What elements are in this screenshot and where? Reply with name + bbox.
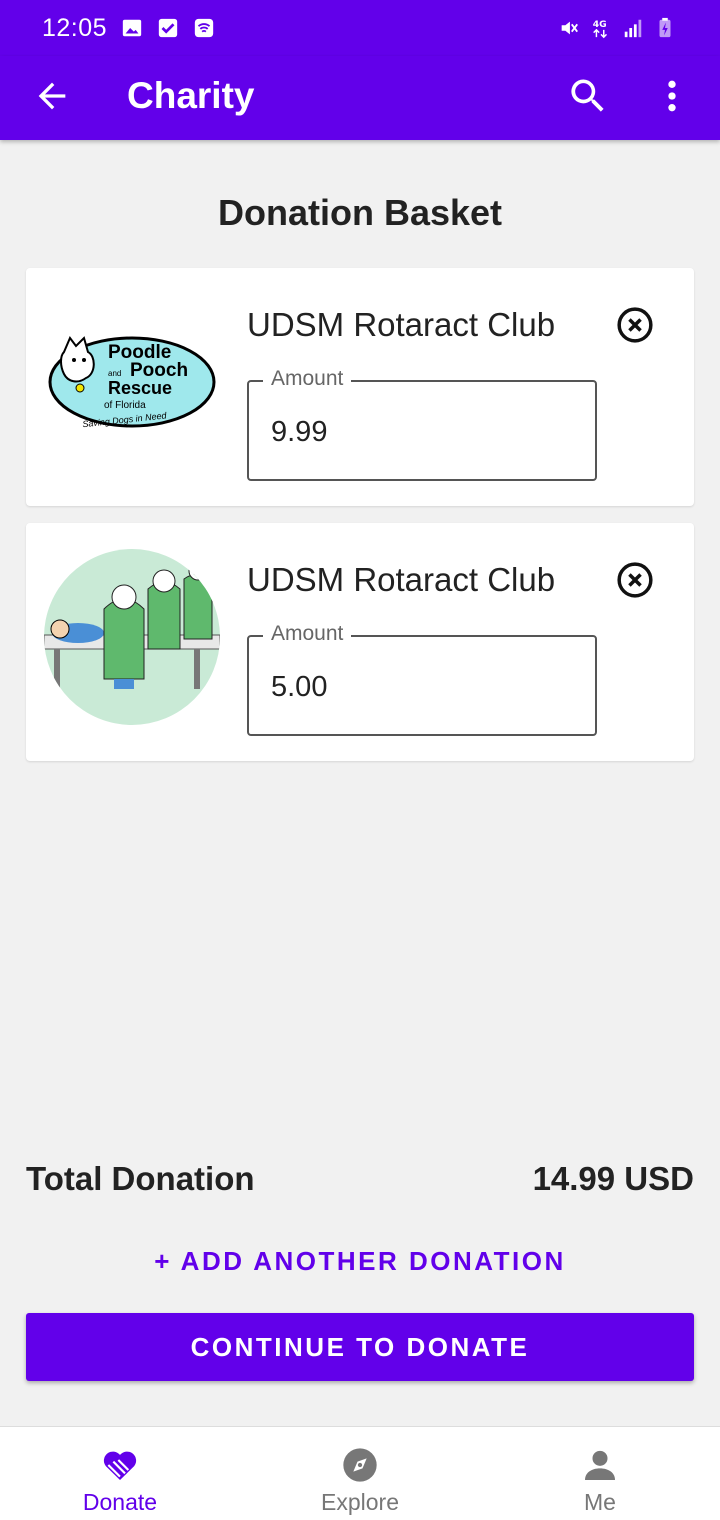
donation-card: Poodle and Pooch Rescue of Florida Savin… [26, 268, 694, 506]
charity-name: UDSM Rotaract Club [247, 306, 556, 343]
logo-text-and: and [108, 369, 121, 378]
charity-name: UDSM Rotaract Club [247, 561, 556, 598]
heart-hand-icon [103, 1451, 137, 1480]
status-bar: 12:05 4G [0, 0, 720, 56]
amount-value[interactable]: 5.00 [271, 671, 327, 704]
app-title: Charity [127, 75, 255, 116]
page-title: Donation Basket [217, 192, 503, 233]
mute-icon [561, 21, 578, 35]
signal-icon [624, 19, 642, 38]
amount-label: Amount [263, 622, 352, 646]
nav-label-explore: Explore [321, 1489, 399, 1515]
check-box-icon [158, 18, 178, 38]
search-icon[interactable] [566, 74, 610, 118]
amount-field[interactable]: Amount 5.00 [247, 622, 597, 736]
person-icon [585, 1450, 615, 1480]
app-bar: Charity [0, 56, 720, 140]
battery-charging-icon [659, 17, 671, 38]
charity-logo: Poodle and Pooch Rescue of Florida Savin… [48, 336, 216, 429]
nav-label-donate: Donate [82, 1489, 158, 1515]
status-time: 12:05 [42, 13, 108, 42]
nav-item-donate[interactable]: Donate [0, 1427, 240, 1520]
svg-text:4G: 4G [593, 19, 607, 30]
more-vert-icon[interactable] [652, 74, 692, 118]
wifi-calling-icon [194, 18, 214, 38]
4g-icon: 4G [593, 19, 608, 39]
amount-value[interactable]: 9.99 [271, 416, 327, 449]
arrow-back-icon[interactable] [32, 76, 72, 116]
total-donation-label: Total Donation [26, 1160, 255, 1197]
remove-donation-icon[interactable] [616, 306, 654, 344]
remove-donation-icon[interactable] [616, 561, 654, 599]
amount-field[interactable]: Amount 9.99 [247, 367, 597, 481]
nav-label-me: Me [584, 1489, 616, 1515]
image-icon [122, 19, 142, 37]
bottom-navigation: Donate Explore Me [0, 1426, 720, 1520]
compass-icon [343, 1448, 377, 1482]
nav-item-me[interactable]: Me [480, 1427, 720, 1520]
add-another-donation-button[interactable]: + ADD ANOTHER DONATION [0, 1246, 720, 1277]
continue-to-donate-button[interactable]: CONTINUE TO DONATE [26, 1313, 694, 1381]
logo-text-rescue: Rescue [108, 378, 172, 398]
logo-text-florida: of Florida [104, 400, 146, 411]
donation-card: UDSM Rotaract Club Amount 5.00 [26, 523, 694, 761]
nav-item-explore[interactable]: Explore [240, 1427, 480, 1520]
charity-logo [44, 549, 220, 725]
total-donation-value: 14.99 USD [532, 1160, 694, 1197]
amount-label: Amount [263, 367, 352, 391]
